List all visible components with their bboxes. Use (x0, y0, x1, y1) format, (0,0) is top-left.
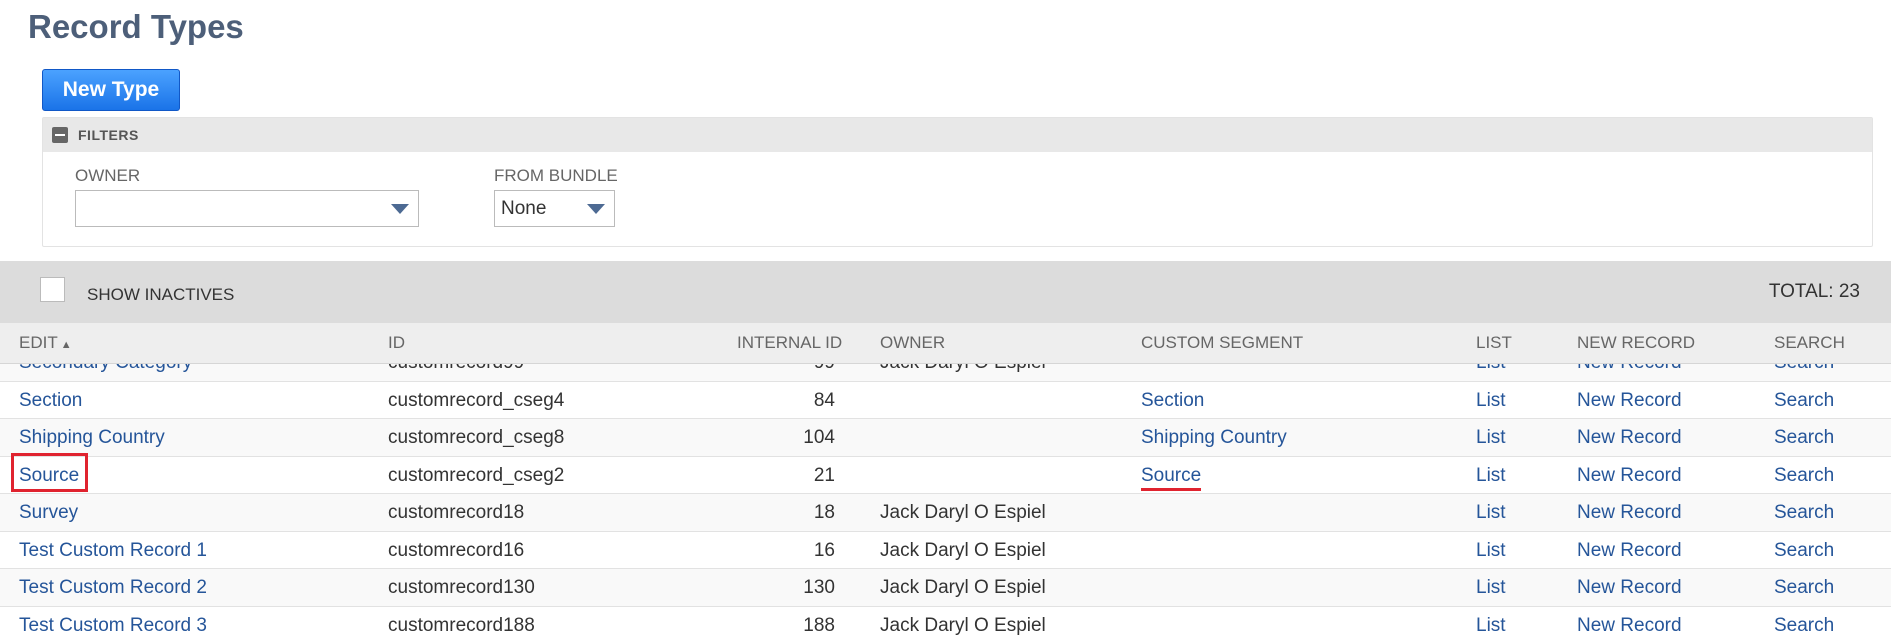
list-link[interactable]: List (1476, 465, 1506, 487)
bundle-select[interactable]: None (494, 190, 615, 227)
record-id: customrecord_cseg4 (388, 389, 565, 411)
filters-header[interactable]: FILTERS (43, 118, 1872, 152)
record-id: customrecord130 (388, 577, 535, 598)
new-record-link[interactable]: New Record (1577, 502, 1682, 524)
list-link[interactable]: List (1476, 540, 1506, 562)
record-id: customrecord188 (388, 614, 535, 636)
record-id: customrecord_cseg8 (388, 427, 565, 448)
column-header-internal-id[interactable]: INTERNAL ID (737, 333, 842, 353)
search-link[interactable]: Search (1774, 615, 1834, 637)
record-id: customrecord99 (388, 364, 524, 374)
page-title: Record Types (28, 8, 244, 45)
record-name-link[interactable]: Test Custom Record 1 (19, 540, 207, 562)
list-link[interactable]: List (1476, 577, 1506, 599)
new-record-link[interactable]: New Record (1577, 390, 1682, 412)
table-header: EDIT ▲ ID INTERNAL ID OWNER CUSTOM SEGMEN… (0, 323, 1891, 364)
list-link[interactable]: List (1476, 390, 1506, 412)
search-link[interactable]: Search (1774, 540, 1834, 562)
bundle-filter-label: FROM BUNDLE (494, 166, 618, 185)
new-record-link[interactable]: New Record (1577, 577, 1682, 599)
filters-title: FILTERS (78, 127, 139, 143)
record-internal-id: 99 (715, 364, 835, 374)
record-owner: Jack Daryl O Espiel (880, 539, 1046, 561)
sort-ascending-icon: ▲ (60, 339, 72, 351)
new-type-button[interactable]: New Type (42, 69, 180, 111)
record-name-link[interactable]: Test Custom Record 2 (19, 577, 207, 599)
column-header-owner[interactable]: OWNER (880, 333, 945, 353)
bundle-select-value: None (501, 197, 547, 219)
record-name-link[interactable]: Survey (19, 502, 78, 524)
table-row: Secondary Category customrecord99 99 Jack D… (0, 364, 1891, 382)
chevron-down-icon (391, 204, 409, 214)
new-record-link[interactable]: New Record (1577, 615, 1682, 637)
record-owner: Jack Daryl O Espiel (880, 502, 1046, 523)
search-link[interactable]: Search (1774, 390, 1834, 412)
filters-panel: FILTERS OWNER FROM BUNDLE None (42, 117, 1873, 247)
search-link[interactable]: Search (1774, 364, 1834, 374)
record-internal-id: 188 (803, 614, 835, 636)
show-inactives-label: SHOW INACTIVES (87, 285, 235, 304)
search-link[interactable]: Search (1774, 577, 1834, 599)
record-id: customrecord_cseg2 (388, 464, 565, 486)
new-record-link[interactable]: New Record (1577, 465, 1682, 487)
record-name-link[interactable]: Test Custom Record 3 (19, 615, 207, 637)
search-link[interactable]: Search (1774, 465, 1834, 487)
column-header-edit[interactable]: EDIT ▲ (19, 333, 72, 353)
table-row: Source customrecord_cseg2 21 Source List New … (0, 452, 1891, 494)
record-name-link[interactable]: Section (19, 390, 82, 412)
custom-segment-link[interactable]: Section (1141, 390, 1204, 412)
column-header-custom-segment[interactable]: CUSTOM SEGMENT (1141, 333, 1303, 353)
new-record-link[interactable]: New Record (1577, 364, 1682, 374)
search-link[interactable]: Search (1774, 502, 1834, 524)
record-internal-id: 84 (813, 389, 835, 411)
total-count: TOTAL: 23 (1768, 281, 1860, 302)
record-owner: Jack Daryl O Espiel (880, 364, 1046, 374)
highlight-box (11, 452, 88, 492)
column-header-new-record: NEW RECORD (1577, 333, 1696, 352)
custom-segment-link[interactable]: Shipping Country (1141, 427, 1287, 449)
table-row: Shipping Country customrecord_cseg8 104 Shi… (0, 419, 1891, 457)
column-header-search: SEARCH (1774, 333, 1845, 352)
list-link[interactable]: List (1476, 615, 1506, 637)
record-name-link[interactable]: Shipping Country (19, 427, 165, 449)
record-owner: Jack Daryl O Espiel (880, 577, 1046, 598)
table-row: Test Custom Record 2 customrecord130 130 Ja… (0, 569, 1891, 607)
column-header-list: LIST (1476, 333, 1512, 352)
record-internal-id: 21 (813, 464, 835, 486)
table-row: Section customrecord_cseg4 84 Section List Ne… (0, 381, 1891, 419)
search-link[interactable]: Search (1774, 427, 1834, 449)
record-id: customrecord18 (388, 502, 525, 523)
custom-segment-link[interactable]: Source (1141, 465, 1202, 491)
record-id: customrecord16 (388, 539, 525, 561)
new-record-link[interactable]: New Record (1577, 427, 1682, 449)
highlight-underline (1141, 487, 1202, 491)
list-link[interactable]: List (1476, 364, 1506, 374)
record-internal-id: 130 (803, 577, 835, 598)
chevron-down-icon (587, 204, 605, 214)
owner-select[interactable] (75, 190, 419, 227)
column-header-id[interactable]: ID (388, 333, 405, 353)
show-inactives-checkbox[interactable] (40, 277, 65, 302)
table-row: Test Custom Record 3 customrecord188 188 Ja… (0, 606, 1891, 639)
record-internal-id: 18 (813, 502, 835, 523)
list-link[interactable]: List (1476, 502, 1506, 524)
record-name-link[interactable]: Secondary Category (19, 364, 192, 374)
record-owner: Jack Daryl O Espiel (880, 614, 1046, 636)
list-toolbar: SHOW INACTIVES TOTAL: 23 (0, 261, 1891, 323)
table-row: Test Custom Record 1 customrecord16 16 Jack… (0, 531, 1891, 569)
record-internal-id: 104 (803, 427, 835, 448)
table-body: Secondary Category customrecord99 99 Jack D… (0, 364, 1891, 639)
new-record-link[interactable]: New Record (1577, 540, 1682, 562)
record-internal-id: 16 (813, 539, 835, 561)
collapse-icon[interactable] (52, 127, 68, 143)
owner-filter-label: OWNER (75, 166, 141, 185)
list-link[interactable]: List (1476, 427, 1506, 449)
table-row: Survey customrecord18 18 Jack Daryl O Espie… (0, 494, 1891, 532)
